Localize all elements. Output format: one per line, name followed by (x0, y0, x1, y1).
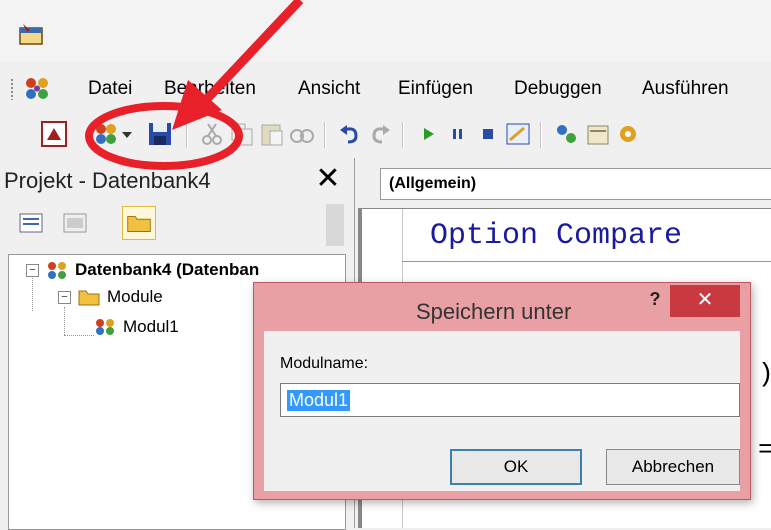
undo-icon[interactable] (336, 120, 364, 148)
menu-debuggen[interactable]: Debuggen (514, 78, 602, 100)
collapse-toggle-icon[interactable]: − (26, 263, 39, 277)
access-app-icon[interactable] (18, 22, 46, 48)
tree-module-label: Modul1 (123, 317, 179, 336)
project-pane-title: Projekt - Datenbank4 (4, 168, 211, 193)
dialog-close-button[interactable]: ✕ (670, 285, 740, 317)
project-pane-close-icon[interactable]: ✕ (312, 164, 344, 196)
tree-item-project[interactable]: − Datenbank4 (Datenban (26, 259, 259, 281)
project-icon (48, 262, 66, 279)
menu-bearbeiten[interactable]: Bearbeiten (164, 78, 256, 100)
toolbar-separator (186, 122, 188, 148)
code-line-1: Option Compare (430, 219, 683, 253)
toolbar-separator (402, 122, 404, 148)
standard-toolbar (0, 114, 771, 156)
design-mode-icon[interactable] (504, 120, 532, 148)
window-title-bar (0, 0, 771, 62)
cut-icon[interactable] (198, 120, 226, 148)
tree-folder-label: Module (107, 287, 163, 306)
module-name-label: Modulname: (280, 355, 369, 372)
insert-module-icon[interactable] (92, 120, 120, 148)
menu-ausfuehren[interactable]: Ausführen (642, 78, 729, 100)
find-icon[interactable] (288, 120, 316, 148)
view-code-icon[interactable] (14, 206, 48, 240)
stop-icon[interactable] (474, 120, 502, 148)
code-fragment: = (758, 435, 771, 465)
cancel-button[interactable]: Abbrechen (606, 449, 740, 485)
object-browser-icon[interactable] (614, 120, 642, 148)
tree-connector (64, 335, 94, 336)
help-icon[interactable]: ? (640, 289, 670, 310)
object-combobox-value: (Allgemein) (389, 175, 477, 192)
folder-icon (78, 290, 100, 306)
menu-bar: Datei Bearbeiten Ansicht Einfügen Debugg… (0, 66, 771, 112)
project-pane-scrollbar[interactable] (326, 204, 344, 246)
properties-icon[interactable] (584, 120, 612, 148)
view-access-icon[interactable] (40, 120, 68, 148)
tree-connector (64, 307, 65, 335)
dialog-title: Speichern unter (416, 299, 572, 324)
close-icon: ✕ (696, 289, 714, 311)
menu-einfuegen[interactable]: Einfügen (398, 78, 473, 100)
dropdown-arrow-icon[interactable] (120, 120, 134, 148)
vba-project-icon[interactable] (22, 74, 52, 102)
copy-icon[interactable] (228, 120, 256, 148)
pause-icon[interactable] (444, 120, 472, 148)
code-fragment: ) (758, 359, 771, 389)
toolbar-separator (540, 122, 542, 148)
toolbar-separator (324, 122, 326, 148)
project-explorer-icon[interactable] (552, 120, 580, 148)
code-procedure-separator (402, 261, 771, 262)
save-icon[interactable] (146, 120, 174, 148)
collapse-toggle-icon[interactable]: − (58, 290, 71, 304)
module-icon (96, 319, 114, 335)
menubar-grip[interactable] (10, 78, 14, 100)
tree-project-label: Datenbank4 (Datenban (75, 260, 260, 279)
ok-button[interactable]: OK (450, 449, 582, 485)
dialog-body: Modulname: Modul1 OK Abbrechen (264, 331, 740, 491)
object-combobox[interactable]: (Allgemein) (380, 168, 771, 200)
menu-datei[interactable]: Datei (88, 78, 132, 100)
module-name-value: Modul1 (287, 390, 351, 411)
folder-icon (127, 215, 151, 232)
tree-item-modules-folder[interactable]: − Module (58, 287, 163, 307)
redo-icon[interactable] (366, 120, 394, 148)
tree-item-module[interactable]: Modul1 (93, 317, 179, 337)
toggle-folders-button[interactable] (122, 206, 156, 240)
menu-ansicht[interactable]: Ansicht (298, 78, 360, 100)
paste-icon[interactable] (258, 120, 286, 148)
run-icon[interactable] (414, 120, 442, 148)
view-object-icon[interactable] (58, 206, 92, 240)
save-as-dialog: Speichern unter ? ✕ Modulname: Modul1 OK… (253, 282, 751, 500)
module-name-input[interactable]: Modul1 (280, 383, 740, 417)
